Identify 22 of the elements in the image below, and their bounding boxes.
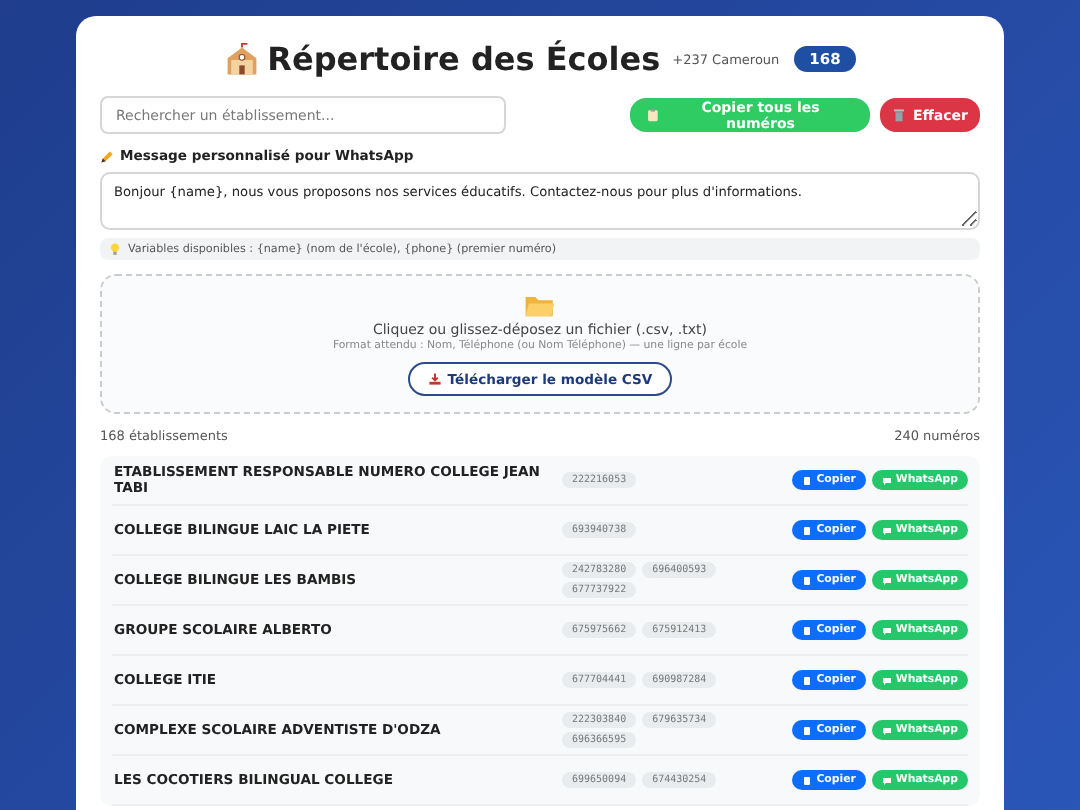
chat-bubble-icon — [881, 525, 892, 535]
chat-bubble-icon — [881, 725, 892, 735]
clipboard-icon — [802, 625, 813, 635]
clipboard-icon — [802, 775, 813, 785]
download-icon — [427, 372, 442, 386]
clipboard-icon — [802, 725, 813, 735]
clipboard-icon — [802, 575, 813, 585]
clipboard-icon — [802, 475, 813, 485]
lightbulb-icon — [108, 242, 122, 256]
chat-bubble-icon — [881, 775, 892, 785]
school-icon — [223, 41, 260, 77]
chat-bubble-icon — [881, 675, 892, 685]
chat-bubble-icon — [881, 475, 892, 485]
clipboard-icon — [646, 108, 661, 122]
trash-icon — [892, 108, 907, 122]
pencil-icon — [100, 149, 114, 163]
clipboard-icon — [802, 675, 813, 685]
clipboard-icon — [802, 525, 813, 535]
chat-bubble-icon — [881, 625, 892, 635]
chat-bubble-icon — [881, 575, 892, 585]
folder-icon — [524, 292, 556, 318]
page-title: Répertoire des Écoles — [267, 40, 661, 78]
